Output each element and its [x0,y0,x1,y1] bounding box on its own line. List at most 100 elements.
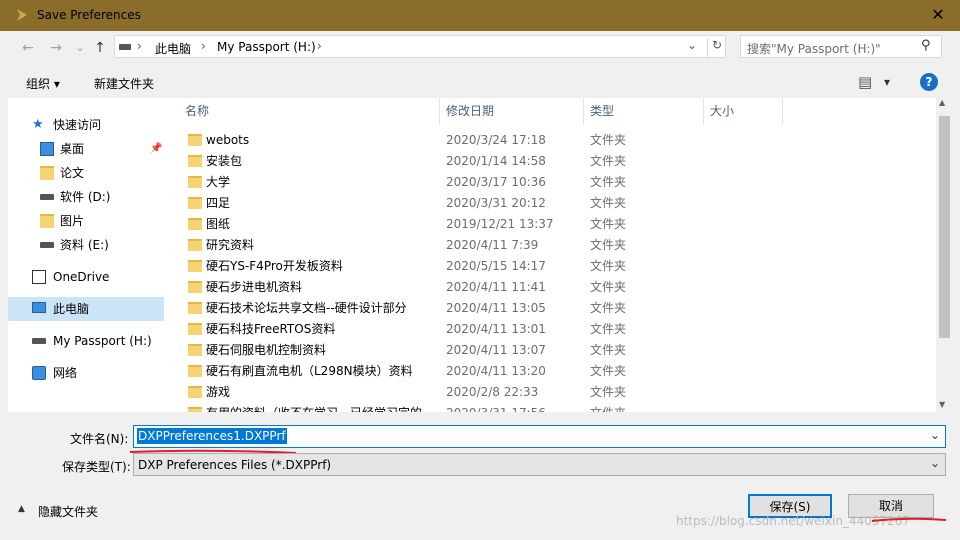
nav-label: 此电脑 [53,302,90,316]
nav-label: 桌面 [60,142,85,156]
file-row[interactable]: 硬石技术论坛共享文档--硬件设计部分 2020/4/11 13:05 文件夹 [178,298,936,319]
pin-icon[interactable]: 📌 [150,137,162,161]
address-bar[interactable]: › 此电脑 › My Passport (H:) › ⌄ ↻ [114,35,726,58]
file-row[interactable]: 有用的资料（收不在学习，已经学习完的 2020/3/31 17:56 文件夹 [178,403,936,412]
nav-item-desktop[interactable]: 桌面 📌 [8,137,164,161]
column-header-date[interactable]: 修改日期 [446,98,494,125]
file-date: 2020/4/11 13:01 [446,322,546,336]
folder-icon [188,197,202,209]
breadcrumb-drive[interactable]: My Passport (H:) [217,40,316,54]
column-header-type[interactable]: 类型 [590,98,614,125]
nav-label: 软件 (D:) [60,190,111,204]
nav-item-this-pc[interactable]: 此电脑 [8,297,164,321]
scroll-down-icon[interactable]: ▼ [939,400,945,409]
folder-icon [188,407,202,412]
file-row[interactable]: 游戏 2020/2/8 22:33 文件夹 [178,382,936,403]
new-folder-button[interactable]: 新建文件夹 [94,75,154,92]
annotation-underline [871,517,947,522]
organize-button[interactable]: 组织 ▾ [26,75,60,92]
filename-dropdown-icon[interactable]: ⌄ [930,428,940,442]
column-divider[interactable] [703,98,704,125]
file-row[interactable]: 四足 2020/3/31 20:12 文件夹 [178,193,936,214]
nav-item-drive-e[interactable]: 资料 (E:) [8,233,164,257]
refresh-icon[interactable]: ↻ [707,38,722,57]
file-row[interactable]: 硬石伺服电机控制资料 2020/4/11 13:07 文件夹 [178,340,936,361]
drive-icon [32,338,46,344]
search-icon[interactable]: ⚲ [921,38,931,53]
hide-folders-icon[interactable]: ▲ [18,504,25,514]
nav-item-papers[interactable]: 论文 [8,161,164,185]
file-type: 文件夹 [590,238,627,252]
nav-item-network[interactable]: 网络 [8,361,164,385]
file-date: 2020/4/11 13:07 [446,343,546,357]
breadcrumb-this-pc[interactable]: 此电脑 [155,40,191,57]
drive-icon [40,242,54,248]
file-date: 2020/2/8 22:33 [446,385,539,399]
file-name: 硬石伺服电机控制资料 [206,343,327,357]
file-type: 文件夹 [590,280,627,294]
forward-button[interactable]: → [46,38,66,58]
file-row[interactable]: 图纸 2019/12/21 13:37 文件夹 [178,214,936,235]
filename-label: 文件名(N): [70,432,129,446]
column-divider[interactable] [782,98,783,125]
nav-label: 快速访问 [53,118,102,132]
file-date: 2020/3/31 20:12 [446,196,546,210]
file-date: 2020/4/11 13:05 [446,301,546,315]
file-name: 图纸 [206,217,231,231]
file-row[interactable]: 硬石YS-F4Pro开发板资料 2020/5/15 14:17 文件夹 [178,256,936,277]
address-dropdown-icon[interactable]: ⌄ [687,38,697,52]
nav-label: 资料 (E:) [60,238,109,252]
nav-item-onedrive[interactable]: OneDrive [8,265,164,289]
column-header-name[interactable]: 名称 [185,98,209,125]
file-row[interactable]: 硬石步进电机资料 2020/4/11 11:41 文件夹 [178,277,936,298]
search-box[interactable]: 搜索"My Passport (H:)" ⚲ [740,35,942,58]
folder-icon [188,365,202,377]
nav-label: 论文 [60,166,85,180]
toolbar: 组织 ▾ 新建文件夹 ▤ ▾ ? [0,68,960,98]
nav-item-quick-access[interactable]: ★ 快速访问 [8,113,164,137]
file-row[interactable]: 研究资料 2020/4/11 7:39 文件夹 [178,235,936,256]
file-list: 名称 ^ 修改日期 类型 大小 webots 2020/3/24 17:18 文件夹… [178,98,936,412]
file-row[interactable]: 安装包 2020/1/14 14:58 文件夹 [178,151,936,172]
file-name: 游戏 [206,385,231,399]
folder-icon [40,166,54,180]
filetype-select[interactable]: DXP Preferences Files (*.DXPPrf) ⌄ [133,453,946,476]
file-row[interactable]: 大学 2020/3/17 10:36 文件夹 [178,172,936,193]
file-date: 2020/4/11 13:20 [446,364,546,378]
file-row[interactable]: webots 2020/3/24 17:18 文件夹 [178,130,936,151]
column-header-size[interactable]: 大小 [710,98,734,125]
filetype-dropdown-icon[interactable]: ⌄ [930,456,940,470]
navigation-pane: ★ 快速访问 桌面 📌 论文 软件 (D:) 图片 资料 (E:) OneDri… [8,98,178,412]
file-date: 2020/3/17 10:36 [446,175,546,189]
desktop-icon [40,142,54,156]
view-dropdown-icon[interactable]: ▾ [884,75,890,89]
file-name: 安装包 [206,154,243,168]
filename-field[interactable]: DXPPreferences1.DXPPrf ⌄ [133,425,946,448]
view-icon[interactable]: ▤ [858,73,872,91]
folder-icon [188,344,202,356]
column-divider[interactable] [583,98,584,125]
search-input[interactable]: 搜索"My Passport (H:)" [747,40,881,57]
folder-icon [188,281,202,293]
help-icon[interactable]: ? [920,73,938,91]
back-button[interactable]: ← [18,38,38,58]
scrollbar-thumb[interactable] [939,116,950,338]
breadcrumb-separator: › [201,39,206,53]
cloud-icon [32,270,46,284]
nav-item-my-passport[interactable]: My Passport (H:) [8,329,164,353]
up-button[interactable]: ↑ [90,38,110,58]
computer-icon [32,302,46,313]
column-divider[interactable] [439,98,440,125]
folder-icon [188,176,202,188]
hide-folders-button[interactable]: 隐藏文件夹 [38,503,98,520]
file-name: 硬石技术论坛共享文档--硬件设计部分 [206,301,407,315]
recent-locations-button[interactable]: ⌄ [70,38,90,58]
file-row[interactable]: 硬石科技FreeRTOS资料 2020/4/11 13:01 文件夹 [178,319,936,340]
nav-item-pictures[interactable]: 图片 [8,209,164,233]
file-row[interactable]: 硬石有刷直流电机（L298N模块）资料 2020/4/11 13:20 文件夹 [178,361,936,382]
title-bar: Save Preferences ✕ [0,0,960,31]
scroll-up-icon[interactable]: ▲ [939,98,945,107]
close-icon[interactable]: ✕ [928,5,948,25]
nav-item-drive-d[interactable]: 软件 (D:) [8,185,164,209]
filename-input[interactable]: DXPPreferences1.DXPPrf [137,428,287,444]
